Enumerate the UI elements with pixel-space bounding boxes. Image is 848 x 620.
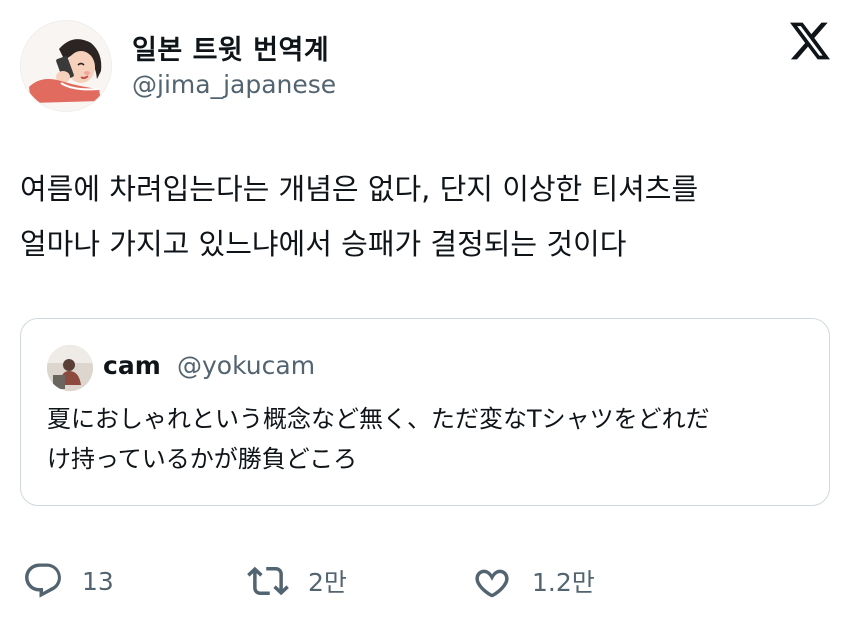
- quoted-author-display-name: cam: [103, 351, 161, 380]
- reply-button[interactable]: 13: [22, 556, 114, 606]
- quoted-tweet-text: 夏におしゃれという概念など無く、ただ変なTシャツをどれだ け持っているかが勝負ど…: [47, 399, 817, 479]
- like-button[interactable]: 1.2만: [470, 556, 595, 606]
- tweet-text-line: 얼마나 가지고 있느냐에서 승패가 결정되는 것이다: [20, 227, 627, 261]
- quoted-avatar-photo: [47, 345, 93, 391]
- x-logo-icon[interactable]: [790, 22, 830, 60]
- quoted-author-avatar: [47, 345, 93, 391]
- retweet-button[interactable]: 2만: [246, 556, 347, 606]
- like-count: 1.2만: [532, 568, 595, 597]
- retweet-count: 2만: [308, 568, 347, 597]
- author-handle[interactable]: @jima_japanese: [132, 70, 336, 99]
- quoted-author-handle: @yokucam: [177, 351, 316, 380]
- quoted-text-line: け持っているかが勝負どころ: [47, 445, 358, 473]
- retweet-icon: [247, 566, 289, 596]
- tweet-text: 여름에 차려입는다는 개념은 없다, 단지 이상한 티셔츠를 얼마나 가지고 있…: [20, 162, 828, 272]
- action-bar: 13 2만 1.2만: [0, 556, 848, 606]
- quoted-tweet-card[interactable]: cam @yokucam 夏におしゃれという概念など無く、ただ変なTシャツをどれ…: [20, 318, 830, 506]
- reply-count: 13: [82, 566, 114, 596]
- reply-icon: [25, 563, 61, 598]
- author-avatar[interactable]: [20, 20, 112, 112]
- avatar-illustration: [21, 21, 111, 111]
- tweet-text-line: 여름에 차려입는다는 개념은 없다, 단지 이상한 티셔츠를: [20, 172, 699, 206]
- tweet-card: 일본 트윗 번역계 @jima_japanese 여름에 차려입는다는 개념은 …: [0, 0, 848, 620]
- author-display-name[interactable]: 일본 트윗 번역계: [132, 28, 329, 67]
- heart-icon: [475, 569, 509, 598]
- quoted-text-line: 夏におしゃれという概念など無く、ただ変なTシャツをどれだ: [47, 405, 710, 433]
